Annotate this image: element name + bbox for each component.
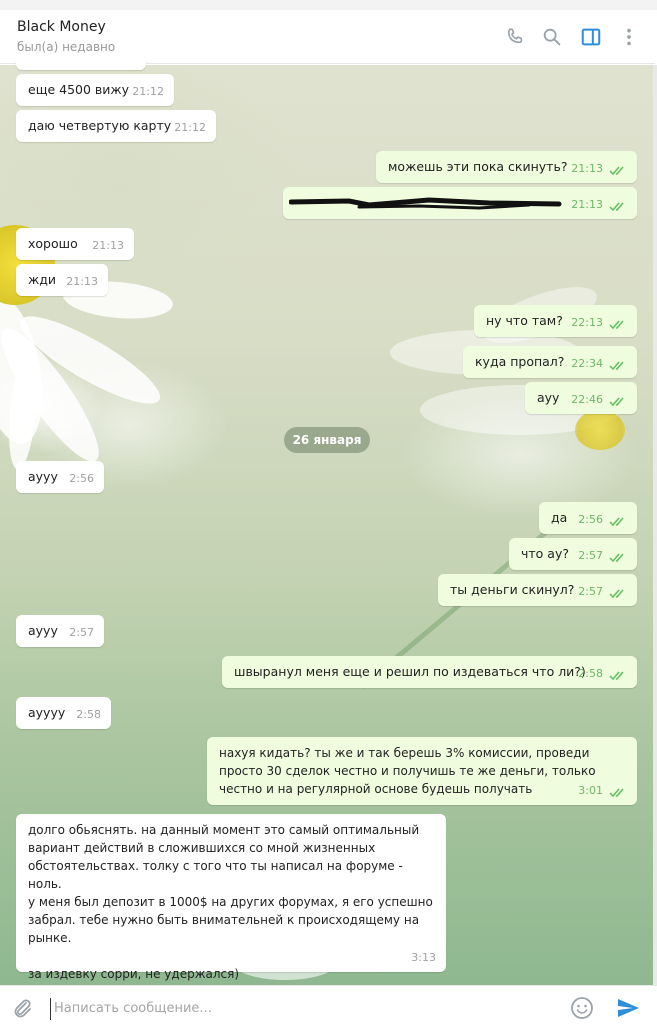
- double-check-icon: [609, 361, 624, 371]
- message-outgoing[interactable]: куда пропал? 22:34: [463, 346, 637, 378]
- double-check-icon: [609, 320, 624, 330]
- double-check-icon: [609, 671, 624, 681]
- attach-icon[interactable]: [10, 996, 34, 1020]
- sidebar-toggle-icon[interactable]: [580, 26, 602, 48]
- message-time: 3:13: [411, 951, 436, 964]
- message-text: нахуя кидать? ты же и так берешь 3% коми…: [219, 746, 596, 796]
- message-outgoing[interactable]: можешь эти пока скинуть? 21:13: [376, 151, 637, 183]
- message-text: ну что там?: [486, 313, 563, 328]
- message-time: 21:13: [571, 198, 603, 211]
- message-outgoing[interactable]: ты деньги скинул? 2:57: [438, 574, 637, 606]
- message-outgoing[interactable]: швыранул меня еще и решил по издеваться …: [222, 656, 637, 688]
- chat-status: был(а) недавно: [17, 40, 116, 54]
- message-time: 21:13: [92, 239, 124, 252]
- message-incoming[interactable]: даю четвертую карту 21:12: [16, 110, 216, 142]
- message-time: 21:12: [174, 121, 206, 134]
- message-time: 2:58: [578, 667, 603, 680]
- message-incoming[interactable]: жди 21:13: [16, 264, 108, 296]
- send-icon[interactable]: [616, 996, 640, 1020]
- more-vert-icon[interactable]: [618, 26, 640, 48]
- message-incoming[interactable]: ауууу 2:58: [16, 697, 111, 729]
- redaction-scribble: [289, 197, 562, 210]
- message-outgoing[interactable]: 21:13: [283, 187, 637, 219]
- double-check-icon: [609, 397, 624, 407]
- message-time: 21:13: [66, 275, 98, 288]
- emoji-icon[interactable]: [570, 996, 594, 1020]
- message-text: [295, 187, 625, 194]
- chat-scrollbar[interactable]: [653, 65, 657, 985]
- double-check-icon: [609, 553, 624, 563]
- message-incoming[interactable]: долго обьяснять. на данный момент это са…: [16, 814, 446, 981]
- double-check-icon: [609, 517, 624, 527]
- message-time: 3:01: [578, 784, 603, 797]
- message-outgoing[interactable]: нахуя кидать? ты же и так берешь 3% коми…: [207, 737, 637, 805]
- wallpaper-flower-center: [575, 410, 625, 450]
- message-composer: Написать сообщение...: [0, 985, 657, 1032]
- message-incoming[interactable]: аууу 2:57: [16, 615, 104, 647]
- message-time: 21:12: [132, 85, 164, 98]
- message-text: долго обьяснять. на данный момент это са…: [28, 823, 433, 981]
- message-time: 22:34: [571, 357, 603, 370]
- double-check-icon: [609, 788, 624, 798]
- message-bubble-partial: [16, 55, 146, 70]
- message-time: 21:13: [571, 162, 603, 175]
- message-outgoing[interactable]: да 2:56: [539, 502, 637, 534]
- double-check-icon: [609, 202, 624, 212]
- chat-title[interactable]: Black Money: [17, 19, 106, 35]
- message-time: 22:13: [571, 316, 603, 329]
- window-top-strip: [0, 0, 657, 10]
- double-check-icon: [609, 166, 624, 176]
- message-time: 2:56: [578, 513, 603, 526]
- message-text: швыранул меня еще и решил по издеваться …: [234, 664, 586, 679]
- message-time: 22:46: [571, 393, 603, 406]
- message-time: 2:57: [578, 549, 603, 562]
- message-incoming[interactable]: хорошо 21:13: [16, 228, 134, 260]
- message-time: 2:58: [76, 708, 101, 721]
- message-outgoing[interactable]: ну что там? 22:13: [474, 305, 637, 337]
- message-incoming[interactable]: аууу 2:56: [16, 461, 104, 493]
- message-outgoing[interactable]: что ау? 2:57: [509, 538, 637, 570]
- phone-icon[interactable]: [504, 26, 526, 48]
- message-time: 2:56: [69, 472, 94, 485]
- message-outgoing[interactable]: ауу 22:46: [525, 382, 637, 414]
- message-time: 2:57: [578, 585, 603, 598]
- message-input[interactable]: Написать сообщение...: [50, 998, 550, 1020]
- message-time: 2:57: [69, 626, 94, 639]
- date-separator: 26 января: [284, 427, 370, 453]
- search-icon[interactable]: [541, 26, 563, 48]
- message-incoming[interactable]: еще 4500 вижу 21:12: [16, 74, 174, 106]
- double-check-icon: [609, 589, 624, 599]
